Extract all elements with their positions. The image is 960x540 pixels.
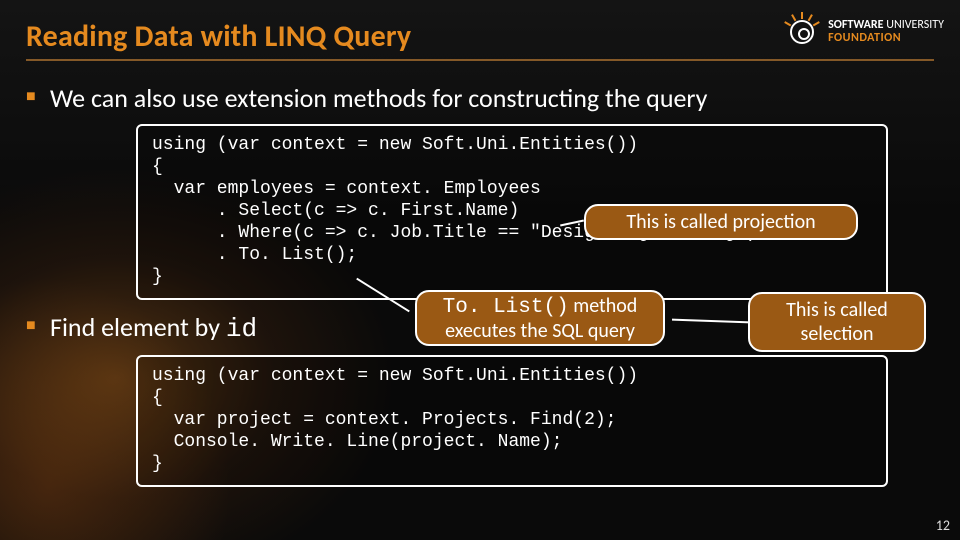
slide: SOFTWARE UNIVERSITY FOUNDATION Reading D… bbox=[0, 0, 960, 540]
callout-tolist-line1: To. List() method bbox=[427, 294, 653, 319]
lightbulb-icon bbox=[784, 14, 820, 50]
brand-text: SOFTWARE UNIVERSITY FOUNDATION bbox=[828, 19, 944, 45]
bullet2-text: Find element by bbox=[50, 311, 226, 343]
callout-selection: This is called selection bbox=[748, 292, 926, 352]
brand-line1b: UNIVERSITY bbox=[884, 18, 944, 32]
bullet-extension-methods: We can also use extension methods for co… bbox=[26, 83, 934, 114]
brand-line1a: SOFTWARE bbox=[828, 18, 883, 32]
bullet2-keyword: id bbox=[226, 314, 257, 344]
callout-tolist-rest: method bbox=[569, 294, 638, 318]
content: We can also use extension methods for co… bbox=[26, 83, 934, 487]
callout-tolist: To. List() method executes the SQL query bbox=[415, 290, 665, 346]
callout-selection-line1: This is called bbox=[760, 298, 914, 322]
page-number: 12 bbox=[936, 517, 950, 534]
code-block-2: using (var context = new Soft.Uni.Entiti… bbox=[136, 355, 888, 487]
callout-selection-line2: selection bbox=[760, 322, 914, 346]
brand-logo: SOFTWARE UNIVERSITY FOUNDATION bbox=[784, 14, 944, 50]
brand-line2: FOUNDATION bbox=[828, 32, 944, 45]
callout-tolist-code: To. List() bbox=[443, 296, 569, 319]
callout-projection-text: This is called projection bbox=[596, 210, 846, 234]
callout-projection: This is called projection bbox=[584, 204, 858, 240]
callout-tolist-line2: executes the SQL query bbox=[427, 319, 653, 343]
